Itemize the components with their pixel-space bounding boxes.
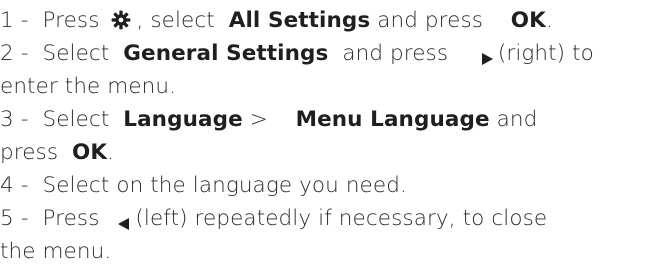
step-1: 1 - Press , select All Settings and pres… [0,4,670,37]
menu-label-language: Language [123,107,243,132]
step-text: Select [42,107,110,132]
menu-label-all-settings: All Settings [228,8,371,33]
step-text: enter the menu. [0,74,177,99]
key-label-ok: OK [72,140,108,165]
step-text: . [107,140,115,165]
step-number: 4 - [0,173,29,198]
step-text: (right) to [497,41,594,66]
step-2-continued: enter the menu. [0,70,670,103]
menu-label-general-settings: General Settings [123,41,329,66]
gear-icon [110,8,132,30]
step-4: 4 - Select on the language you need. [0,169,670,202]
step-text: and [496,107,538,132]
step-text: press [0,140,59,165]
step-text: . [545,8,553,33]
step-3: 3 - Select Language > Menu Language and [0,103,670,136]
step-text: Press [42,206,100,231]
step-text: Select [42,41,110,66]
step-2: 2 - Select General Settings and press (r… [0,37,670,70]
step-5-continued: the menu. [0,235,670,268]
step-text: (left) repeatedly if necessary, to close [135,206,548,231]
menu-label-menu-language: Menu Language [295,107,490,132]
triangle-right-icon [479,44,495,65]
key-label-ok: OK [510,8,546,33]
step-3-continued: press OK. [0,136,670,169]
instructions-list: 1 - Press , select All Settings and pres… [0,0,670,268]
step-text: Select on the language you need. [42,173,407,198]
step-text: and press [377,8,484,33]
step-text: the menu. [0,239,112,264]
step-text: , select [136,8,215,33]
step-text: > [249,107,268,132]
step-text: and press [342,41,449,66]
triangle-left-icon [116,209,132,230]
step-number: 2 - [0,41,29,66]
step-text: Press [42,8,100,33]
step-5: 5 - Press (left) repeatedly if necessary… [0,202,670,235]
step-number: 3 - [0,107,29,132]
step-number: 5 - [0,206,29,231]
step-number: 1 - [0,8,29,33]
